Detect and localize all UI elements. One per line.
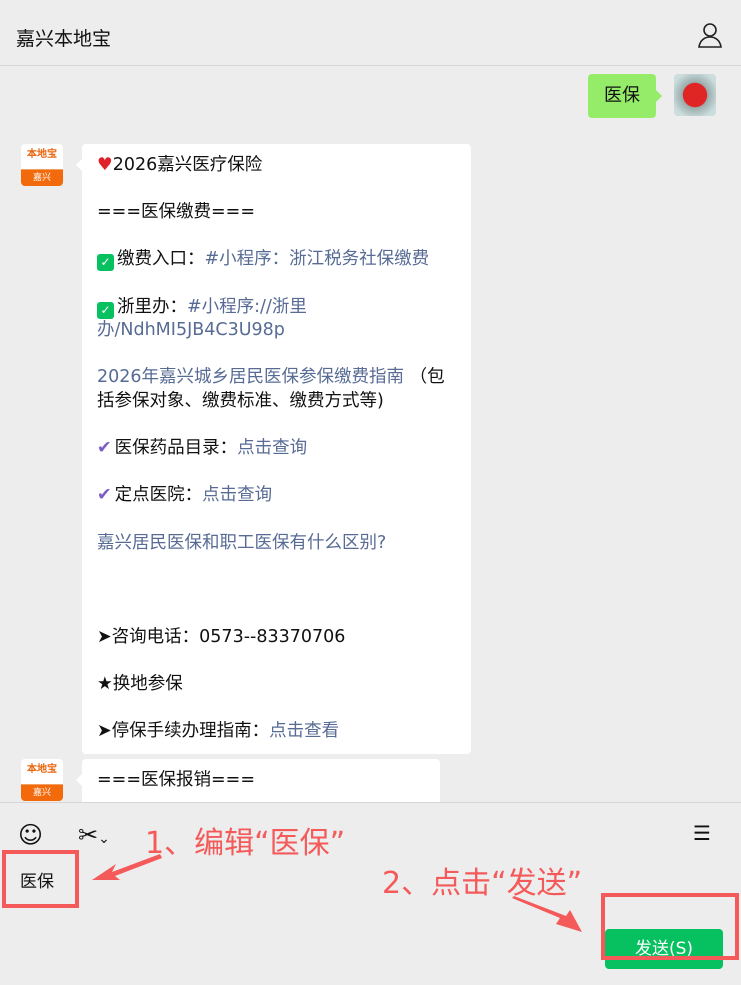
message-line: ✓ 缴费入口：#小程序：浙江税务社保缴费	[97, 248, 457, 272]
emoji-icon[interactable]: ☺	[18, 821, 43, 849]
highlight-input-box	[2, 850, 79, 908]
message-line: ➤咨询电话：0573--83370706	[97, 626, 457, 650]
logo-city: 嘉兴	[21, 170, 63, 186]
reply-message: ♥2026嘉兴医疗保险 ===医保缴费=== ✓ 缴费入口：#小程序：浙江税务社保缴费…	[76, 144, 471, 754]
message-link[interactable]: 点击查看	[269, 721, 339, 741]
check-box-icon: ✓	[97, 254, 114, 272]
message-list[interactable]: 医保 本地宝 嘉兴 ♥2026嘉兴医疗保险 ===医保缴费=== ✓ 缴费入口：#小程序…	[0, 67, 741, 802]
arrow-annotation-2	[512, 896, 582, 932]
message-line: ✔ 医保药品目录：点击查询	[97, 437, 457, 461]
heart-icon: ♥	[97, 155, 113, 175]
message-line: ♥2026嘉兴医疗保险	[97, 154, 457, 178]
message-line: ✔ 定点医院：点击查询	[97, 484, 457, 508]
highlight-send-box	[601, 893, 739, 960]
message-line: 2026年嘉兴城乡居民医保参保缴费指南 （包括参保对象、缴费标准、缴费方式等)	[97, 366, 457, 413]
user-profile-icon[interactable]	[697, 22, 723, 48]
check-mark-icon: ✔	[97, 438, 112, 459]
logo-city: 嘉兴	[21, 785, 63, 801]
reply-message-2: ===医保报销===	[76, 759, 440, 802]
message-text: 医保药品目录：	[114, 438, 238, 459]
sent-message: 医保	[588, 74, 662, 118]
arrow-annotation-1	[92, 854, 162, 880]
message-line: 嘉兴居民医保和职工医保有什么区别?	[97, 532, 457, 556]
message-text: 缴费入口：	[117, 249, 205, 270]
message-line: ➤停保手续办理指南：点击查看	[97, 720, 457, 744]
check-box-icon: ✓	[97, 301, 114, 319]
chat-history-icon[interactable]: ☰	[693, 821, 711, 845]
message-text: ➤咨询电话：0573--83370706	[97, 626, 346, 647]
message-text: ➤停保手续办理指南：	[97, 721, 270, 742]
message-link[interactable]: #小程序：浙江税务社保缴费	[205, 249, 430, 269]
my-avatar[interactable]	[674, 74, 716, 116]
message-line: ✓ 浙里办：#小程序://浙里办/NdhMI5JB4C3U98p	[97, 296, 457, 343]
message-line: ===医保缴费===	[97, 201, 457, 225]
message-text: ===医保缴费===	[97, 202, 255, 223]
check-mark-icon: ✔	[97, 485, 112, 506]
bendibao-avatar[interactable]: 本地宝 嘉兴	[21, 759, 63, 801]
message-text: 定点医院：	[114, 485, 203, 506]
message-link[interactable]: 2026年嘉兴城乡居民医保参保缴费指南	[97, 367, 404, 387]
bendibao-avatar[interactable]: 本地宝 嘉兴	[21, 144, 63, 186]
message-link[interactable]: 嘉兴居民医保和职工医保有什么区别?	[97, 533, 386, 553]
logo-text: 本地宝	[21, 759, 63, 785]
message-text: ★换地参保	[97, 674, 183, 695]
message-text: 2026嘉兴医疗保险	[112, 155, 263, 175]
annotation-step1: 1、编辑“医保”	[145, 826, 346, 861]
message-link[interactable]: 点击查询	[237, 438, 307, 458]
message-line: ★换地参保	[97, 673, 457, 697]
message-link[interactable]: 点击查询	[202, 485, 272, 505]
message-text: 浙里办：	[117, 296, 187, 317]
message-line	[97, 579, 457, 603]
chat-header: 嘉兴本地宝	[0, 0, 741, 66]
chat-title: 嘉兴本地宝	[16, 28, 112, 50]
message-text: ===医保报销===	[97, 770, 255, 790]
logo-text: 本地宝	[21, 144, 63, 170]
chevron-down-icon[interactable]: ⌄	[98, 831, 110, 847]
scissors-icon[interactable]: ✂⌄	[78, 821, 110, 849]
